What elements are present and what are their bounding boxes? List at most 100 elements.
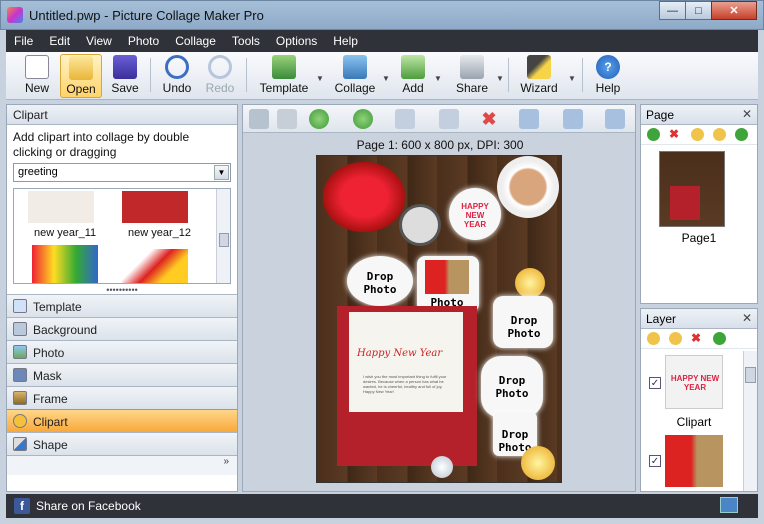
section-background-label: Background [33,323,98,337]
template-label: Template [259,81,309,95]
layer-up-icon[interactable] [647,332,660,345]
redo-button[interactable]: Redo [202,54,238,98]
happy-new-year-badge: HAPPY NEW YEAR [461,202,489,229]
close-icon[interactable]: ✕ [742,311,752,325]
move-page-down-icon[interactable] [713,128,726,141]
align-icon[interactable] [563,109,583,129]
refresh-icon[interactable] [713,332,726,345]
maximize-button[interactable]: □ [685,1,712,20]
envelope-clipart[interactable]: Happy New Year I wish you the most impor… [337,306,477,466]
delete-icon[interactable]: ✖ [479,109,499,129]
clipart-label-2: new year_12 [128,227,191,239]
menu-file[interactable]: File [6,30,41,52]
section-clipart[interactable]: Clipart [7,409,237,432]
clock-clipart[interactable] [399,204,441,246]
layer-down-icon[interactable] [669,332,682,345]
add-dropdown-arrow[interactable]: ▼ [434,74,442,83]
more-sections-button[interactable]: » [7,455,237,475]
card-title: Happy New Year [357,348,443,359]
add-button[interactable]: Add [396,54,430,98]
delete-layer-icon[interactable]: ✖ [691,332,704,345]
section-shape[interactable]: Shape [7,432,237,455]
collage-canvas[interactable]: HAPPY NEW YEAR Drop Photo Photo Drop Photo… [316,155,562,483]
drop-photo-slot-3[interactable]: Drop Photo [481,356,543,418]
help-button[interactable]: ? Help [590,54,626,98]
layer-visible-checkbox[interactable]: ✓ [649,377,661,389]
layer-label: Clipart [676,415,712,429]
share-dropdown-arrow[interactable]: ▼ [496,74,504,83]
clipart-category-select[interactable]: greeting ▼ [13,163,231,182]
undo-button[interactable]: Undo [158,54,196,98]
poinsettia-clipart[interactable] [323,162,405,232]
section-frame[interactable]: Frame [7,386,237,409]
scrollbar-thumb[interactable] [219,233,229,247]
save-button[interactable]: Save [106,54,144,98]
section-mask-label: Mask [33,369,62,383]
layer-thumbnail-bags[interactable] [665,435,723,487]
clipart-thumb-new-year-11[interactable] [28,191,94,223]
person-select-icon[interactable] [249,109,269,129]
section-mask[interactable]: Mask [7,363,237,386]
coffee-cup-clipart[interactable] [497,156,559,218]
new-year-card: Happy New Year I wish you the most impor… [349,312,463,412]
close-icon[interactable]: ✕ [742,107,752,121]
drop-photo-slot-1[interactable]: Drop Photo [347,256,413,306]
wizard-dropdown-arrow[interactable]: ▼ [568,74,576,83]
chevron-down-icon[interactable]: ▼ [214,165,229,180]
rotate-left-icon[interactable] [395,109,415,129]
minimize-button[interactable]: — [659,1,686,20]
clipart-thumb-fireworks[interactable] [32,245,98,283]
template-dropdown-arrow[interactable]: ▼ [316,74,324,83]
gold-ornament-clipart[interactable] [515,268,545,298]
share-on-facebook-link[interactable]: Share on Facebook [36,499,141,513]
section-photo[interactable]: Photo [7,340,237,363]
menu-photo[interactable]: Photo [120,30,167,52]
add-page-icon[interactable] [647,128,660,141]
collage-button[interactable]: Collage [332,54,378,98]
clipart-thumb-new-year-12[interactable] [122,191,188,223]
menu-help[interactable]: Help [325,30,366,52]
wizard-label: Wizard [520,81,558,95]
collage-dropdown-arrow[interactable]: ▼ [382,74,390,83]
menu-view[interactable]: View [78,30,120,52]
folder-icon [69,56,93,80]
scrollbar-thumb[interactable] [745,367,756,383]
layer-scrollbar[interactable] [743,351,757,491]
share-button[interactable]: Share [452,54,492,98]
page-panel: Page ✕ ✖ Page1 [640,104,758,304]
refresh-icon[interactable] [735,128,748,141]
clipart-scrollbar[interactable] [216,189,230,283]
rotate-right-icon[interactable] [439,109,459,129]
clipart-thumb-firecracker[interactable] [122,249,188,283]
section-template[interactable]: Template [7,294,237,317]
open-button[interactable]: Open [60,54,102,98]
canvas-area: ✖ Page 1: 600 x 800 px, DPI: 300 HAPPY N… [242,104,636,492]
menu-collage[interactable]: Collage [167,30,224,52]
splitter-grip[interactable]: •••••••••• [7,286,237,295]
delete-page-icon[interactable]: ✖ [669,128,682,141]
menu-edit[interactable]: Edit [41,30,78,52]
wizard-button[interactable]: Wizard [516,54,562,98]
page-thumbnail[interactable] [659,151,725,227]
drop-photo-slot-2[interactable]: Drop Photo [493,296,553,348]
close-button[interactable]: ✕ [711,1,757,20]
flip-icon[interactable] [519,109,539,129]
template-button[interactable]: Template [256,54,312,98]
layer-thumbnail-clipart[interactable]: HAPPY NEW YEAR [665,355,723,409]
section-background[interactable]: Background [7,317,237,340]
menu-tools[interactable]: Tools [224,30,268,52]
photo-slot-bags[interactable]: Photo [417,256,479,312]
bring-forward-icon[interactable] [309,109,329,129]
new-button[interactable]: New [16,54,58,98]
layer-visible-checkbox[interactable]: ✓ [649,455,661,467]
size-icon[interactable] [605,109,625,129]
gold-ornament-clipart[interactable] [521,446,555,480]
menu-options[interactable]: Options [268,30,325,52]
move-page-up-icon[interactable] [691,128,704,141]
crop-icon[interactable] [277,109,297,129]
send-backward-icon[interactable] [353,109,373,129]
monitor-icon[interactable] [720,497,738,513]
photo-frame-newyear[interactable]: HAPPY NEW YEAR [449,188,501,240]
glass-ball-clipart[interactable] [431,456,453,478]
facebook-icon[interactable]: f [14,498,30,514]
